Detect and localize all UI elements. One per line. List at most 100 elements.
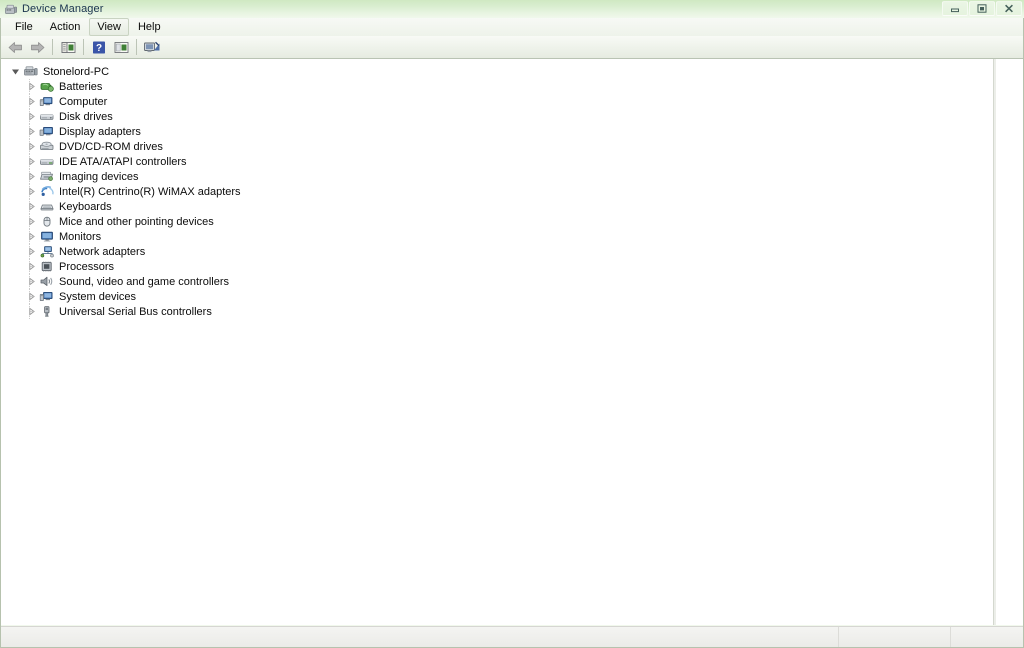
- content-area: Stonelord-PC Batteries Computer Disk drive…: [1, 59, 1023, 625]
- tree-guide-stub: [29, 116, 34, 117]
- tree-item-label: Disk drives: [59, 110, 113, 123]
- toolbar: ?: [1, 36, 1023, 59]
- tree-item-monitors[interactable]: Monitors: [2, 229, 993, 244]
- tree-item-keyboards[interactable]: Keyboards: [2, 199, 993, 214]
- tree-children-container: Batteries Computer Disk drives Display adap…: [2, 79, 993, 319]
- title-bar[interactable]: Device Manager: [0, 0, 1024, 18]
- status-bar: [1, 626, 1023, 647]
- tree-item-mice-and-other-pointing-devices[interactable]: Mice and other pointing devices: [2, 214, 993, 229]
- status-cell-secondary: [838, 627, 950, 647]
- tree-item-ide-ata-atapi-controllers[interactable]: IDE ATA/ATAPI controllers: [2, 154, 993, 169]
- minimize-icon: [951, 8, 959, 12]
- tree-item-computer[interactable]: Computer: [2, 94, 993, 109]
- properties-icon: [114, 41, 128, 53]
- console-tree-icon: [61, 41, 75, 53]
- tree-guide-stub: [29, 236, 34, 237]
- forward-button[interactable]: [26, 37, 48, 58]
- tree-guide-stub: [29, 101, 34, 102]
- tree-item-label: Universal Serial Bus controllers: [59, 305, 212, 318]
- tree-item-label: Network adapters: [59, 245, 146, 258]
- tree-item-intel-r-centrino-r-wimax-adapters[interactable]: Intel(R) Centrino(R) WiMAX adapters: [2, 184, 993, 199]
- usb-controller-icon: [39, 305, 55, 319]
- toolbar-separator: [136, 39, 137, 55]
- tree-root-stonelord-pc[interactable]: Stonelord-PC: [2, 64, 993, 79]
- menu-file[interactable]: File: [7, 18, 41, 36]
- mouse-icon: [39, 215, 55, 229]
- battery-icon: [39, 80, 55, 94]
- restore-icon: [977, 4, 987, 13]
- device-manager-icon: [4, 2, 18, 16]
- window-controls: [942, 1, 1022, 16]
- monitor-icon: [39, 230, 55, 244]
- tree-item-processors[interactable]: Processors: [2, 259, 993, 274]
- properties-button[interactable]: [110, 37, 132, 58]
- device-manager-window: Device Manager File Action View Help ? S…: [0, 0, 1024, 648]
- computer-icon: [39, 95, 55, 109]
- help-button[interactable]: ?: [88, 37, 110, 58]
- svg-text:?: ?: [96, 43, 102, 54]
- forward-arrow-icon: [30, 41, 44, 53]
- tree-item-dvd-cd-rom-drives[interactable]: DVD/CD-ROM drives: [2, 139, 993, 154]
- maximize-button[interactable]: [969, 1, 995, 16]
- tree-item-label: Display adapters: [59, 125, 141, 138]
- tree-guide-stub: [29, 251, 34, 252]
- dvd-drive-icon: [39, 140, 55, 154]
- tree-item-system-devices[interactable]: System devices: [2, 289, 993, 304]
- tree-item-label: Sound, video and game controllers: [59, 275, 229, 288]
- expand-collapse-triangle-icon[interactable]: [10, 66, 21, 77]
- tree-guide-stub: [29, 296, 34, 297]
- back-arrow-icon: [8, 41, 22, 53]
- tree-item-label: DVD/CD-ROM drives: [59, 140, 163, 153]
- scan-hardware-icon: [144, 41, 160, 52]
- tree-item-label: Imaging devices: [59, 170, 139, 183]
- processor-icon: [39, 260, 55, 274]
- tree-item-label: Batteries: [59, 80, 103, 93]
- close-icon: [1005, 4, 1013, 13]
- tree-item-label: Mice and other pointing devices: [59, 215, 214, 228]
- tree-guide-stub: [29, 131, 34, 132]
- menu-action[interactable]: Action: [42, 18, 89, 36]
- imaging-device-icon: [39, 170, 55, 184]
- toolbar-separator: [83, 39, 84, 55]
- tree-guide-stub: [29, 311, 34, 312]
- tree-item-display-adapters[interactable]: Display adapters: [2, 124, 993, 139]
- tree-guide-stub: [29, 281, 34, 282]
- tree-item-label: System devices: [59, 290, 137, 303]
- minimize-button[interactable]: [942, 1, 968, 16]
- computer-root-icon: [23, 65, 39, 79]
- tree-item-imaging-devices[interactable]: Imaging devices: [2, 169, 993, 184]
- back-button[interactable]: [4, 37, 26, 58]
- toolbar-separator: [52, 39, 53, 55]
- tree-item-label: Monitors: [59, 230, 102, 243]
- scan-hardware-changes-button[interactable]: [141, 37, 163, 58]
- tree-item-sound-video-and-game-controllers[interactable]: Sound, video and game controllers: [2, 274, 993, 289]
- tree-item-universal-serial-bus-controllers[interactable]: Universal Serial Bus controllers: [2, 304, 993, 319]
- tree-item-network-adapters[interactable]: Network adapters: [2, 244, 993, 259]
- tree-guide-stub: [29, 176, 34, 177]
- tree-item-label: Computer: [59, 95, 108, 108]
- menu-view[interactable]: View: [89, 18, 129, 36]
- keyboard-icon: [39, 200, 55, 214]
- system-device-icon: [39, 290, 55, 304]
- show-hide-console-tree-button[interactable]: [57, 37, 79, 58]
- tree-item-disk-drives[interactable]: Disk drives: [2, 109, 993, 124]
- tree-item-label: Keyboards: [59, 200, 112, 213]
- close-button[interactable]: [996, 1, 1022, 16]
- tree-guide-stub: [29, 191, 34, 192]
- disk-drive-icon: [39, 110, 55, 124]
- tree-root-label: Stonelord-PC: [43, 65, 110, 78]
- network-adapter-icon: [39, 245, 55, 259]
- display-adapter-icon: [39, 125, 55, 139]
- tree-guide-stub: [29, 221, 34, 222]
- sound-controller-icon: [39, 275, 55, 289]
- tree-guide-stub: [29, 266, 34, 267]
- tree-item-label: IDE ATA/ATAPI controllers: [59, 155, 187, 168]
- tree-guide-stub: [29, 206, 34, 207]
- wireless-adapter-icon: [39, 185, 55, 199]
- menu-bar: File Action View Help: [1, 18, 1023, 36]
- device-tree[interactable]: Stonelord-PC Batteries Computer Disk drive…: [2, 59, 993, 625]
- status-cell-message: [1, 627, 838, 647]
- tree-item-batteries[interactable]: Batteries: [2, 79, 993, 94]
- menu-help[interactable]: Help: [130, 18, 169, 36]
- tree-guide-stub: [29, 86, 34, 87]
